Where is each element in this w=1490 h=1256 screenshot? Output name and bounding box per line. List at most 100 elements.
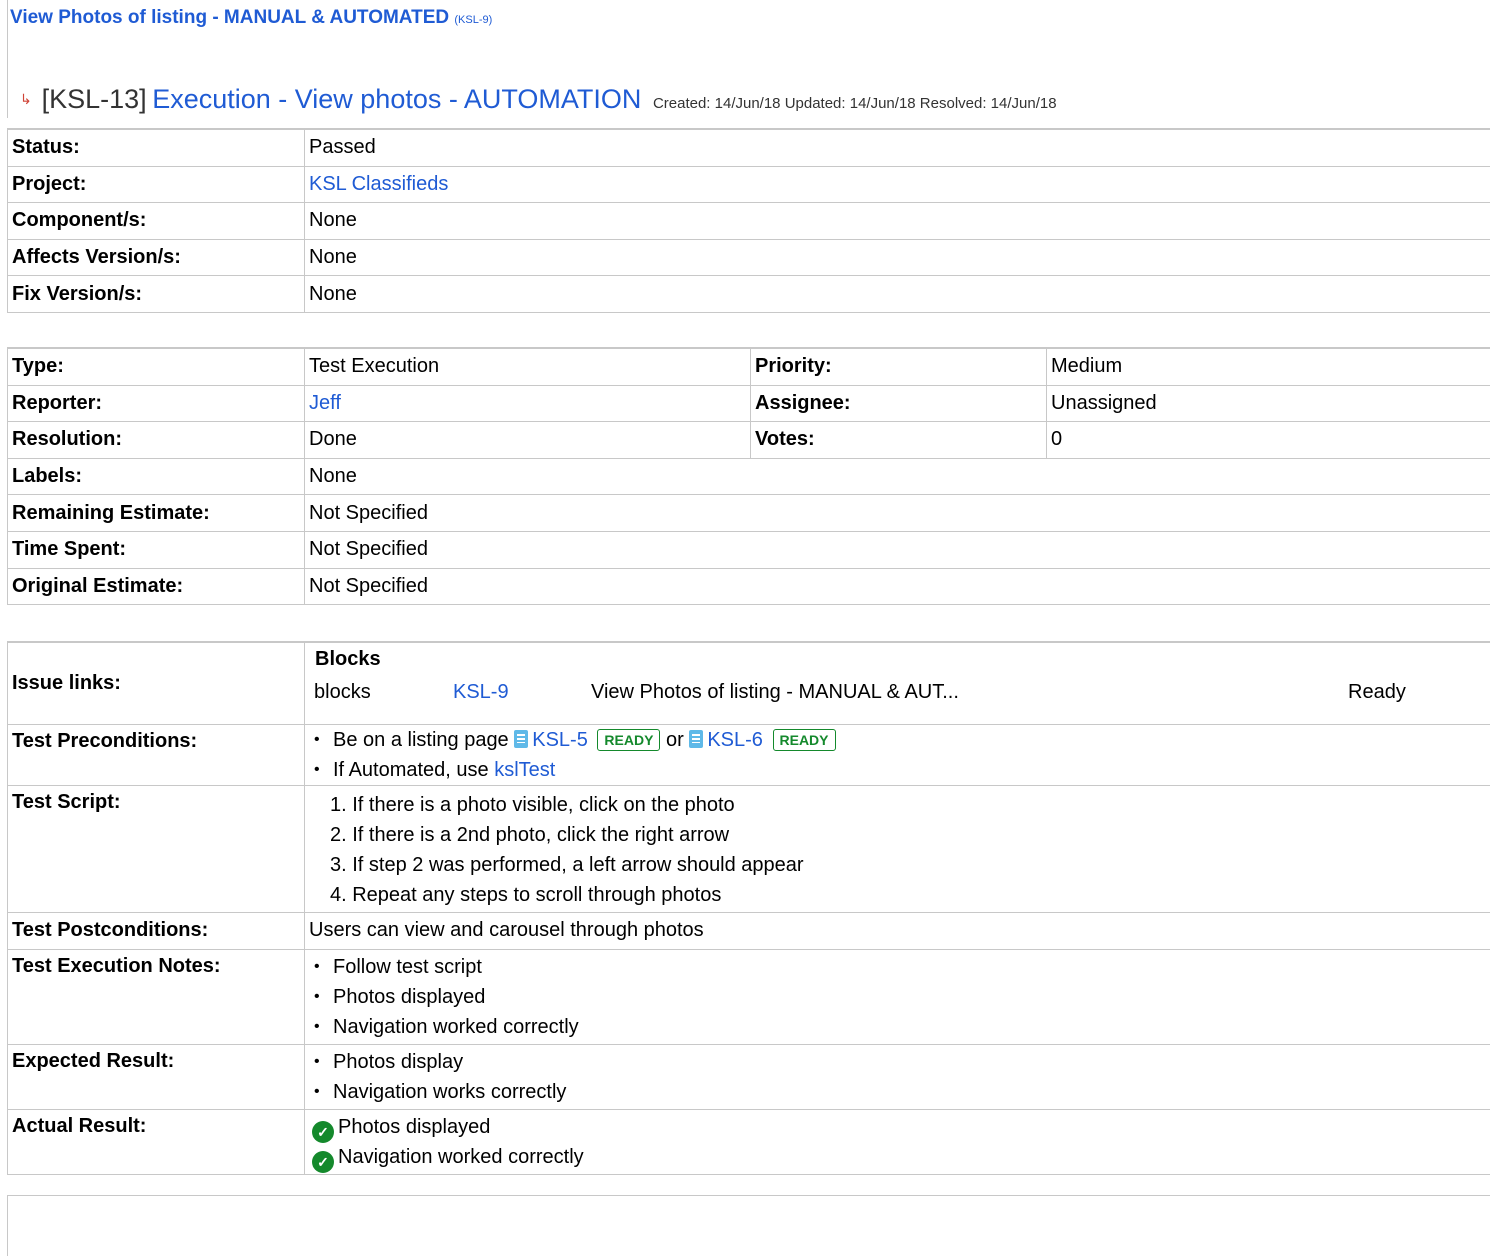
issue-links-cell: Blocks blocks KSL-9 View Photos of listi… [305, 642, 1490, 725]
field-label: Votes: [751, 422, 1047, 459]
field-row-project: Project: KSL Classifieds [8, 166, 1490, 203]
document-icon [689, 730, 703, 748]
test-details-table: Issue links: Blocks blocks KSL-9 View Ph… [7, 641, 1490, 1175]
preconditions-cell: Be on a listing page KSL-5 READY or KSL-… [305, 725, 1490, 786]
field-label: Type: [8, 348, 305, 385]
list-item: Navigation worked correctly [309, 1012, 1486, 1042]
precondition-text: Be on a listing page [333, 729, 509, 751]
actual-result-text: Navigation worked correctly [338, 1146, 584, 1168]
field-row-issue-links: Issue links: Blocks blocks KSL-9 View Ph… [8, 642, 1490, 725]
field-label: Assignee: [751, 385, 1047, 422]
field-label: Status: [8, 129, 305, 166]
field-value-postconditions: Users can view and carousel through phot… [305, 913, 1490, 950]
field-label: Test Execution Notes: [8, 949, 305, 1044]
field-label: Expected Result: [8, 1044, 305, 1109]
field-value-labels: None [305, 458, 1490, 495]
parent-issue-line: View Photos of listing - MANUAL & AUTOMA… [10, 7, 492, 29]
project-link[interactable]: KSL Classifieds [309, 173, 448, 195]
field-row-status: Status: Passed [8, 129, 1490, 166]
field-label: Fix Version/s: [8, 276, 305, 313]
list-item: ✓Photos displayed [309, 1112, 1486, 1142]
frame-left-border [7, 0, 8, 118]
field-label: Labels: [8, 458, 305, 495]
field-label: Test Preconditions: [8, 725, 305, 786]
list-item: Photos display [309, 1047, 1486, 1077]
description-box [7, 1195, 1490, 1256]
list-item: Photos displayed [309, 982, 1486, 1012]
status-lozenge: READY [597, 729, 660, 751]
field-row-execution-notes: Test Execution Notes: Follow test script… [8, 949, 1490, 1044]
issue-title: ↳ [KSL-13] Execution - View photos - AUT… [20, 84, 1057, 115]
field-value-assignee: Unassigned [1047, 385, 1490, 422]
test-script-cell: 1. If there is a photo visible, click on… [305, 786, 1490, 913]
field-label: Reporter: [8, 385, 305, 422]
field-label: Test Script: [8, 786, 305, 913]
field-row-expected-result: Expected Result: Photos display Navigati… [8, 1044, 1490, 1109]
precondition-link-ksl-6[interactable]: KSL-6 [707, 729, 763, 751]
expected-result-cell: Photos display Navigation works correctl… [305, 1044, 1490, 1109]
field-value-type: Test Execution [305, 348, 751, 385]
field-value-components: None [305, 203, 1490, 240]
field-label: Test Postconditions: [8, 913, 305, 950]
link-relation: blocks [309, 681, 453, 704]
field-value-remaining-estimate: Not Specified [305, 495, 1490, 532]
or-text: or [666, 729, 684, 751]
precondition-link-ksl-5[interactable]: KSL-5 [532, 729, 588, 751]
field-label: Priority: [751, 348, 1047, 385]
script-step: 4. Repeat any steps to scroll through ph… [309, 880, 1486, 910]
precondition-text: If Automated, use [333, 759, 489, 781]
field-label: Resolution: [8, 422, 305, 459]
issue-summary-link[interactable]: Execution - View photos - AUTOMATION [152, 84, 641, 114]
parent-issue-link[interactable]: View Photos of listing - MANUAL & AUTOMA… [10, 7, 449, 28]
field-label: Time Spent: [8, 531, 305, 568]
linked-issue-status: Ready [1348, 681, 1406, 704]
field-label: Affects Version/s: [8, 239, 305, 276]
field-value-priority: Medium [1047, 348, 1490, 385]
document-icon [514, 730, 528, 748]
subtask-icon: ↳ [20, 91, 36, 108]
ksltest-link[interactable]: kslTest [494, 759, 555, 781]
issue-dates: Created: 14/Jun/18 Updated: 14/Jun/18 Re… [653, 95, 1057, 112]
people-table: Type: Test Execution Priority: Medium Re… [7, 347, 1490, 605]
list-item: If Automated, use kslTest [309, 755, 1486, 785]
issue-key: [KSL-13] [42, 84, 147, 114]
actual-result-cell: ✓Photos displayed ✓Navigation worked cor… [305, 1109, 1490, 1174]
field-row-actual-result: Actual Result: ✓Photos displayed ✓Naviga… [8, 1109, 1490, 1174]
field-value-resolution: Done [305, 422, 751, 459]
field-row-fix-version: Fix Version/s: None [8, 276, 1490, 313]
issue-link-row: blocks KSL-9 View Photos of listing - MA… [309, 675, 1486, 710]
actual-result-text: Photos displayed [338, 1116, 490, 1138]
parent-issue-key[interactable]: (KSL-9) [454, 14, 492, 26]
field-label: Actual Result: [8, 1109, 305, 1174]
field-row-time-spent: Time Spent: Not Specified [8, 531, 1490, 568]
linked-issue-key[interactable]: KSL-9 [453, 681, 509, 703]
field-value-original-estimate: Not Specified [305, 568, 1490, 605]
list-item: Navigation works correctly [309, 1077, 1486, 1107]
linked-issue-summary: View Photos of listing - MANUAL & AUT... [591, 681, 1348, 704]
field-value-affects-version: None [305, 239, 1490, 276]
field-value-time-spent: Not Specified [305, 531, 1490, 568]
status-lozenge: READY [773, 729, 836, 751]
field-row-preconditions: Test Preconditions: Be on a listing page… [8, 725, 1490, 786]
list-item: ✓Navigation worked correctly [309, 1142, 1486, 1172]
details-table: Status: Passed Project: KSL Classifieds … [7, 128, 1490, 313]
check-circle-icon: ✓ [312, 1151, 334, 1173]
field-row-labels: Labels: None [8, 458, 1490, 495]
execution-notes-cell: Follow test script Photos displayed Navi… [305, 949, 1490, 1044]
field-label: Issue links: [8, 642, 305, 725]
script-step: 3. If step 2 was performed, a left arrow… [309, 850, 1486, 880]
field-value-fix-version: None [305, 276, 1490, 313]
field-row-type: Type: Test Execution Priority: Medium [8, 348, 1490, 385]
field-row-postconditions: Test Postconditions: Users can view and … [8, 913, 1490, 950]
list-item: Be on a listing page KSL-5 READY or KSL-… [309, 725, 1486, 755]
field-row-components: Component/s: None [8, 203, 1490, 240]
field-row-affects-version: Affects Version/s: None [8, 239, 1490, 276]
field-row-resolution: Resolution: Done Votes: 0 [8, 422, 1490, 459]
field-label: Project: [8, 166, 305, 203]
field-value-status: Passed [305, 129, 1490, 166]
list-item: Follow test script [309, 952, 1486, 982]
field-label: Component/s: [8, 203, 305, 240]
script-step: 1. If there is a photo visible, click on… [309, 790, 1486, 820]
field-label: Remaining Estimate: [8, 495, 305, 532]
reporter-link[interactable]: Jeff [309, 392, 341, 414]
